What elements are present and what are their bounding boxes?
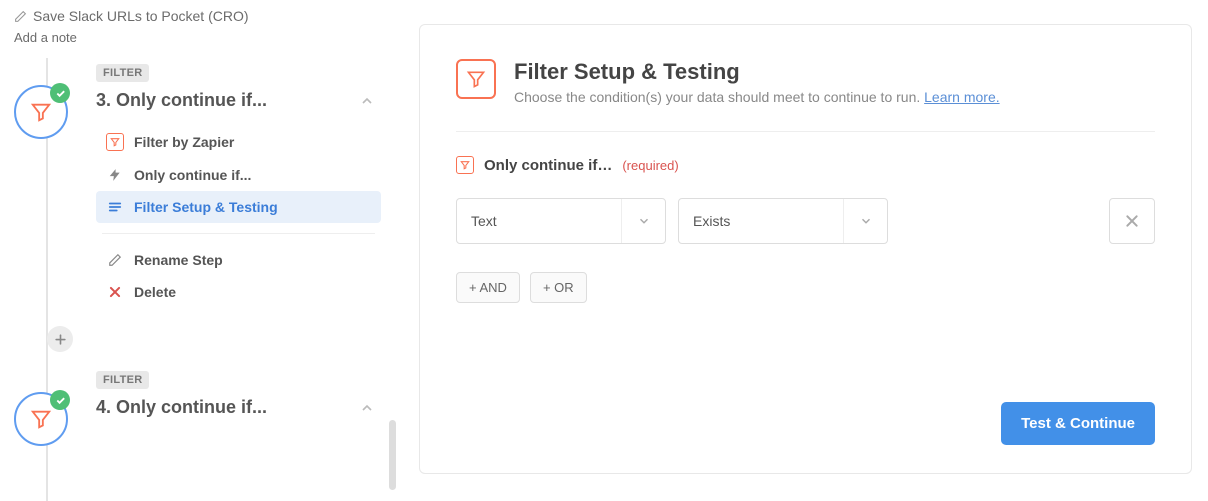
substep-only-continue[interactable]: Only continue if...: [96, 159, 381, 191]
pencil-icon: [14, 10, 27, 23]
filter-badge: FILTER: [96, 64, 149, 82]
operator-select[interactable]: Exists: [678, 198, 888, 244]
section-header: Only continue if… (required): [456, 156, 1155, 174]
main-panel: Filter Setup & Testing Choose the condit…: [395, 0, 1208, 501]
substep-label: Delete: [134, 284, 176, 300]
close-icon: [106, 285, 124, 299]
chevron-down-icon: [843, 199, 887, 243]
substep-filter-setup[interactable]: Filter Setup & Testing: [96, 191, 381, 223]
substep-delete[interactable]: Delete: [96, 276, 381, 308]
close-icon: [1124, 213, 1140, 229]
step-title: 4. Only continue if...: [96, 397, 267, 418]
required-label: (required): [622, 158, 678, 173]
operator-select-value: Exists: [679, 213, 843, 229]
step-substeps: Filter by Zapier Only continue if... Fil…: [96, 125, 381, 308]
check-badge-icon: [50, 390, 70, 410]
card-subtitle: Choose the condition(s) your data should…: [514, 89, 1000, 105]
divider: [102, 233, 375, 234]
add-and-button[interactable]: + AND: [456, 272, 520, 303]
check-badge-icon: [50, 83, 70, 103]
card-title: Filter Setup & Testing: [514, 59, 1000, 85]
step-header[interactable]: 4. Only continue if...: [96, 397, 381, 418]
scrollbar-thumb[interactable]: [389, 420, 396, 490]
substep-label: Filter Setup & Testing: [134, 199, 278, 215]
funnel-icon: [106, 133, 124, 151]
section-title: Only continue if…: [484, 157, 612, 174]
substep-rename[interactable]: Rename Step: [96, 244, 381, 276]
funnel-icon: [456, 59, 496, 99]
step-title: 3. Only continue if...: [96, 90, 267, 111]
test-continue-button[interactable]: Test & Continue: [1001, 402, 1155, 445]
list-icon: [106, 200, 124, 214]
card-subtitle-text: Choose the condition(s) your data should…: [514, 89, 924, 105]
zap-title-text: Save Slack URLs to Pocket (CRO): [33, 8, 249, 24]
step-3: FILTER 3. Only continue if... Filter by …: [14, 63, 381, 308]
chevron-up-icon: [359, 400, 381, 416]
field-select-value: Text: [457, 213, 621, 229]
filter-badge: FILTER: [96, 371, 149, 389]
substep-filter-by-zapier[interactable]: Filter by Zapier: [96, 125, 381, 159]
learn-more-link[interactable]: Learn more.: [924, 89, 999, 105]
chevron-up-icon: [359, 93, 381, 109]
lightning-icon: [106, 168, 124, 182]
chevron-down-icon: [621, 199, 665, 243]
field-select[interactable]: Text: [456, 198, 666, 244]
divider: [456, 131, 1155, 132]
substep-label: Filter by Zapier: [134, 134, 234, 150]
step-4: FILTER 4. Only continue if...: [14, 370, 381, 446]
plus-icon: [54, 333, 67, 346]
substep-label: Only continue if...: [134, 167, 251, 183]
add-step-button[interactable]: [47, 326, 73, 352]
step-header[interactable]: 3. Only continue if...: [96, 90, 381, 111]
remove-condition-button[interactable]: [1109, 198, 1155, 244]
step-badge[interactable]: [14, 85, 68, 139]
step-badge[interactable]: [14, 392, 68, 446]
zap-title[interactable]: Save Slack URLs to Pocket (CRO): [14, 8, 381, 24]
add-or-button[interactable]: + OR: [530, 272, 587, 303]
substep-label: Rename Step: [134, 252, 223, 268]
funnel-icon: [456, 156, 474, 174]
pencil-icon: [106, 253, 124, 267]
funnel-icon: [30, 101, 52, 123]
filter-card: Filter Setup & Testing Choose the condit…: [419, 24, 1192, 474]
add-note-link[interactable]: Add a note: [14, 30, 381, 45]
condition-row: Text Exists: [456, 198, 1155, 244]
funnel-icon: [30, 408, 52, 430]
